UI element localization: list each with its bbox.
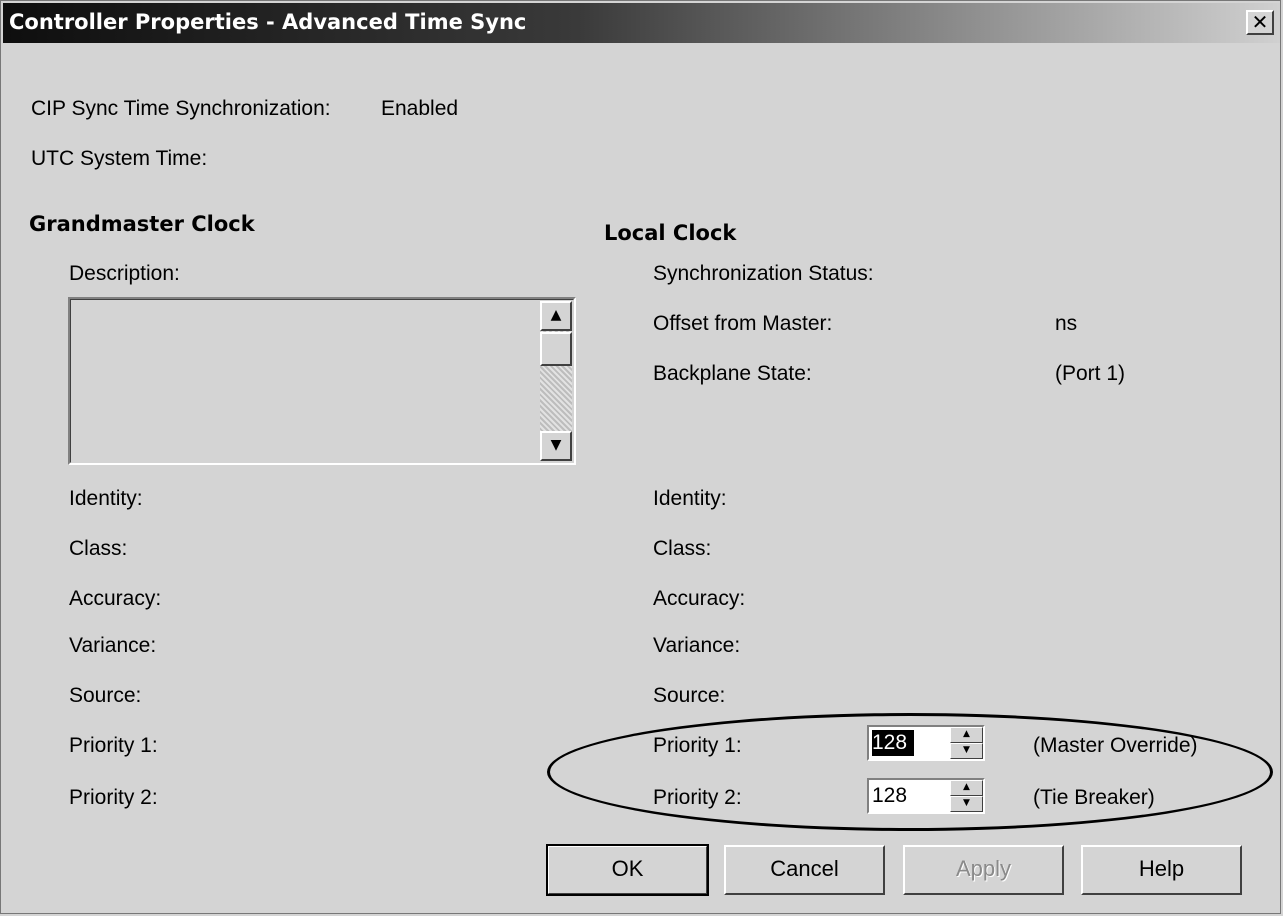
priority1-note: (Master Override) xyxy=(1033,734,1198,757)
local-identity-label: Identity: xyxy=(653,487,727,510)
gm-priority1-label: Priority 1: xyxy=(69,734,158,757)
cip-sync-value: Enabled xyxy=(381,97,459,120)
close-icon[interactable]: ✕ xyxy=(1246,10,1274,35)
priority2-up-icon[interactable]: ▲ xyxy=(950,780,983,796)
priority1-up-icon[interactable]: ▲ xyxy=(950,727,983,743)
priority2-input[interactable] xyxy=(872,783,947,809)
gm-accuracy-label: Accuracy: xyxy=(69,587,162,610)
local-accuracy-label: Accuracy: xyxy=(653,587,746,610)
gm-source-label: Source: xyxy=(69,684,142,707)
advanced-time-sync-dialog: Controller Properties - Advanced Time Sy… xyxy=(0,0,1281,914)
title-bar[interactable]: Controller Properties - Advanced Time Sy… xyxy=(3,3,1280,43)
offset-from-master-label: Offset from Master: xyxy=(653,312,833,335)
offset-unit: ns xyxy=(1055,312,1078,335)
local-class-label: Class: xyxy=(653,537,712,560)
apply-button[interactable]: Apply xyxy=(903,845,1064,895)
local-source-label: Source: xyxy=(653,684,726,707)
priority2-note: (Tie Breaker) xyxy=(1033,786,1155,809)
priority1-spin-buttons: ▲ ▼ xyxy=(950,727,983,759)
backplane-port: (Port 1) xyxy=(1055,362,1126,385)
ok-button[interactable]: OK xyxy=(546,844,709,896)
sync-status-label: Synchronization Status: xyxy=(653,262,874,285)
priority1-down-icon[interactable]: ▼ xyxy=(950,743,983,759)
description-label: Description: xyxy=(69,262,180,285)
cancel-button[interactable]: Cancel xyxy=(724,845,885,895)
priority1-input[interactable] xyxy=(872,730,914,756)
description-textbox[interactable]: ▲ ▼ xyxy=(68,297,576,465)
local-variance-label: Variance: xyxy=(653,634,741,657)
priority2-spinner[interactable]: ▲ ▼ xyxy=(867,778,985,814)
priority2-down-icon[interactable]: ▼ xyxy=(950,796,983,812)
scroll-down-icon[interactable]: ▼ xyxy=(540,431,572,461)
utc-system-time-label: UTC System Time: xyxy=(31,147,208,170)
local-priority1-label: Priority 1: xyxy=(653,734,742,757)
local-priority2-label: Priority 2: xyxy=(653,786,742,809)
gm-variance-label: Variance: xyxy=(69,634,157,657)
scrollbar-thumb[interactable] xyxy=(540,332,572,366)
priority1-spinner[interactable]: ▲ ▼ xyxy=(867,725,985,761)
priority2-spin-buttons: ▲ ▼ xyxy=(950,780,983,812)
scroll-up-icon[interactable]: ▲ xyxy=(540,301,572,331)
help-button[interactable]: Help xyxy=(1081,845,1242,895)
window-title: Controller Properties - Advanced Time Sy… xyxy=(9,10,527,34)
cip-sync-label: CIP Sync Time Synchronization: xyxy=(31,97,331,120)
description-scrollbar[interactable]: ▲ ▼ xyxy=(540,301,572,461)
gm-priority2-label: Priority 2: xyxy=(69,786,158,809)
gm-class-label: Class: xyxy=(69,537,128,560)
grandmaster-clock-heading: Grandmaster Clock xyxy=(29,212,255,236)
gm-identity-label: Identity: xyxy=(69,487,143,510)
description-textbox-inner: ▲ ▼ xyxy=(70,299,574,463)
backplane-state-label: Backplane State: xyxy=(653,362,812,385)
local-clock-heading: Local Clock xyxy=(604,221,737,245)
